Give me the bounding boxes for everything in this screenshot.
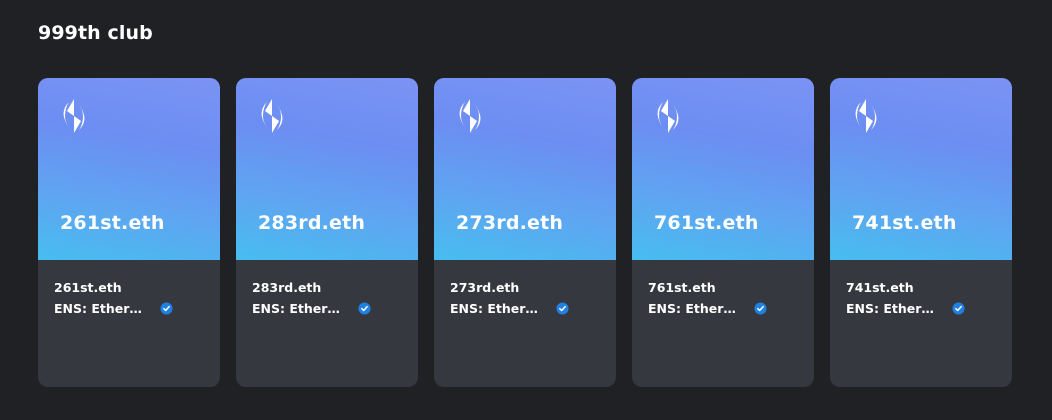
card-image[interactable]: 741st.eth: [830, 78, 1012, 260]
card-image[interactable]: 261st.eth: [38, 78, 220, 260]
collection-row: ENS: Ethereum Name Service: [450, 300, 600, 317]
collection-name[interactable]: ENS: Ethereum Name Service: [846, 300, 942, 317]
card-image[interactable]: 761st.eth: [632, 78, 814, 260]
collection-name[interactable]: ENS: Ethereum Name Service: [648, 300, 744, 317]
verified-check-icon: [556, 302, 569, 315]
collection-name[interactable]: ENS: Ethereum Name Service: [450, 300, 546, 317]
card-image[interactable]: 273rd.eth: [434, 78, 616, 260]
card-body: 761st.eth ENS: Ethereum Name Service: [632, 260, 814, 317]
ens-logo-icon: [63, 99, 85, 133]
item-name[interactable]: 273rd.eth: [450, 279, 600, 297]
card-image-label: 283rd.eth: [258, 212, 366, 234]
collection-row: ENS: Ethereum Name Service: [54, 300, 204, 317]
item-name[interactable]: 761st.eth: [648, 279, 798, 297]
card-body: 283rd.eth ENS: Ethereum Name Service: [236, 260, 418, 317]
card-body: 261st.eth ENS: Ethereum Name Service: [38, 260, 220, 317]
page: 999th club 261st.eth 261st.eth ENS: Ethe…: [0, 0, 1052, 420]
nft-card[interactable]: 261st.eth 261st.eth ENS: Ethereum Name S…: [38, 78, 220, 387]
collection-name[interactable]: ENS: Ethereum Name Service: [252, 300, 348, 317]
section-title: 999th club: [38, 22, 153, 44]
card-body: 273rd.eth ENS: Ethereum Name Service: [434, 260, 616, 317]
card-image-label: 761st.eth: [654, 212, 759, 234]
item-name[interactable]: 261st.eth: [54, 279, 204, 297]
verified-check-icon: [754, 302, 767, 315]
collection-name[interactable]: ENS: Ethereum Name Service: [54, 300, 150, 317]
collection-row: ENS: Ethereum Name Service: [846, 300, 996, 317]
nft-card[interactable]: 761st.eth 761st.eth ENS: Ethereum Name S…: [632, 78, 814, 387]
card-image-label: 273rd.eth: [456, 212, 564, 234]
card-grid: 261st.eth 261st.eth ENS: Ethereum Name S…: [38, 78, 1012, 387]
ens-logo-icon: [261, 99, 283, 133]
item-name[interactable]: 741st.eth: [846, 279, 996, 297]
verified-check-icon: [952, 302, 965, 315]
ens-logo-icon: [855, 99, 877, 133]
card-image[interactable]: 283rd.eth: [236, 78, 418, 260]
verified-check-icon: [160, 302, 173, 315]
ens-logo-icon: [657, 99, 679, 133]
nft-card[interactable]: 273rd.eth 273rd.eth ENS: Ethereum Name S…: [434, 78, 616, 387]
ens-logo-icon: [459, 99, 481, 133]
collection-row: ENS: Ethereum Name Service: [648, 300, 798, 317]
nft-card[interactable]: 283rd.eth 283rd.eth ENS: Ethereum Name S…: [236, 78, 418, 387]
card-body: 741st.eth ENS: Ethereum Name Service: [830, 260, 1012, 317]
card-image-label: 741st.eth: [852, 212, 957, 234]
card-image-label: 261st.eth: [60, 212, 165, 234]
nft-card[interactable]: 741st.eth 741st.eth ENS: Ethereum Name S…: [830, 78, 1012, 387]
item-name[interactable]: 283rd.eth: [252, 279, 402, 297]
collection-row: ENS: Ethereum Name Service: [252, 300, 402, 317]
verified-check-icon: [358, 302, 371, 315]
